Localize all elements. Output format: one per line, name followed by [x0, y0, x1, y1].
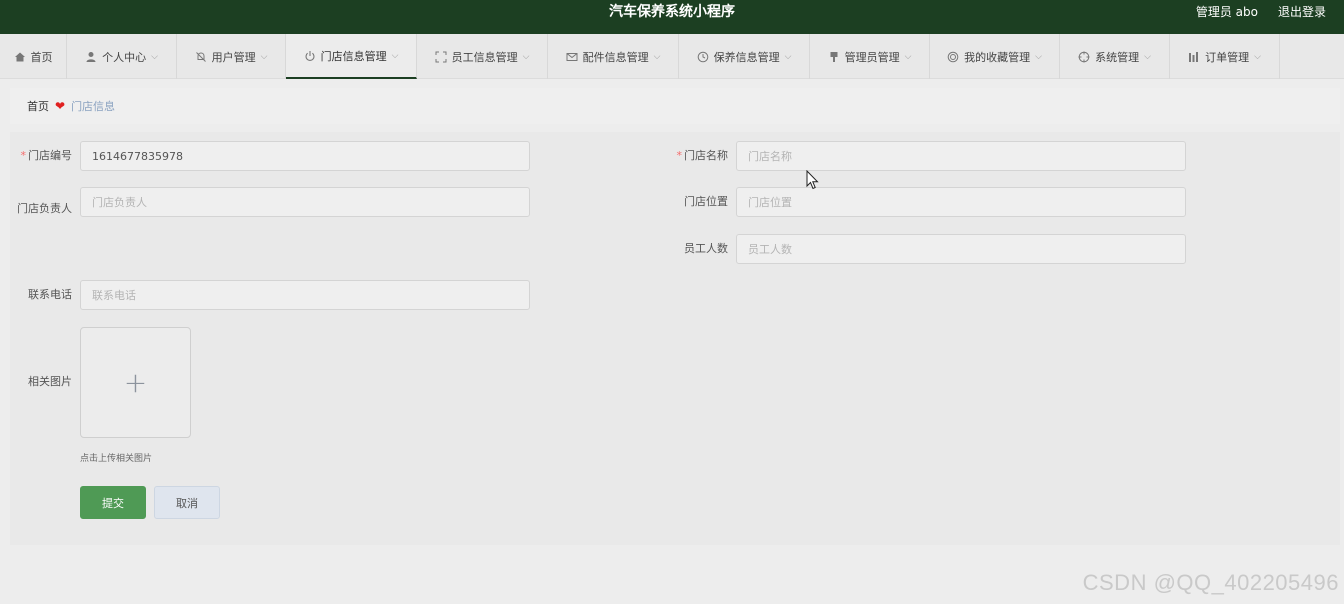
nav-item-label: 首页: [30, 50, 53, 64]
fullscreen-icon: [435, 51, 447, 63]
chevron-down-icon: ⌵: [391, 50, 399, 61]
mouse-cursor-icon: [806, 170, 819, 190]
nav-item-favorites-management[interactable]: 我的收藏管理 ⌵: [930, 34, 1060, 79]
power-icon: [304, 50, 316, 62]
chevron-down-icon: ⌵: [1144, 51, 1151, 62]
nav-item-label: 员工信息管理: [451, 50, 518, 64]
chevron-down-icon: ⌵: [904, 51, 912, 62]
current-user-label: 管理员 abo: [1195, 5, 1258, 19]
watermark: CSDN @QQ_402205496: [1082, 570, 1339, 595]
bell-off-icon: [195, 51, 207, 63]
nav-item-label: 个人中心: [102, 50, 147, 64]
chevron-down-icon: ⌵: [653, 51, 661, 62]
phone-input[interactable]: [80, 280, 530, 310]
nav-item-label: 我的收藏管理: [964, 50, 1031, 64]
manager-label: 门店负责人: [17, 202, 72, 215]
heart-icon: ❤: [55, 99, 66, 113]
chevron-down-icon: ⌵: [1035, 51, 1042, 62]
nav-item-label: 系统管理: [1095, 50, 1140, 64]
user-icon: [85, 51, 97, 63]
image-label: 相关图片: [28, 375, 72, 388]
brush-icon: [828, 51, 840, 63]
store-no-input[interactable]: [80, 141, 530, 171]
nav-item-store-management[interactable]: 门店信息管理 ⌵: [286, 34, 417, 79]
nav-item-personal-center[interactable]: 个人中心 ⌵: [67, 34, 177, 79]
cancel-button[interactable]: 取消: [154, 486, 220, 519]
location-label: 门店位置: [684, 195, 728, 208]
chevron-down-icon: ⌵: [260, 51, 268, 62]
chevron-down-icon: ⌵: [151, 51, 158, 62]
breadcrumb-home[interactable]: 首页: [27, 98, 49, 114]
home-icon: [14, 51, 26, 63]
phone-label: 联系电话: [28, 288, 72, 301]
breadcrumb: 首页 ❤ 门店信息: [10, 88, 1340, 124]
staff-count-label: 员工人数: [684, 242, 728, 255]
breadcrumb-current: 门店信息: [71, 100, 116, 113]
nav-item-user-management[interactable]: 用户管理 ⌵: [177, 34, 286, 79]
logout-link[interactable]: 退出登录: [1278, 0, 1326, 24]
nav-item-system-management[interactable]: 系统管理 ⌵: [1060, 34, 1170, 79]
nav-item-maintenance-management[interactable]: 保养信息管理 ⌵: [679, 34, 810, 79]
nav-item-label: 门店信息管理: [320, 49, 387, 63]
chevron-down-icon: ⌵: [784, 51, 792, 62]
app-title: 汽车保养系统小程序: [609, 4, 735, 20]
chevron-down-icon: ⌵: [1254, 51, 1261, 62]
nav-item-home[interactable]: 首页: [0, 34, 67, 79]
nav-item-label: 配件信息管理: [582, 50, 649, 64]
nav-item-parts-management[interactable]: 配件信息管理 ⌵: [548, 34, 679, 79]
bar-chart-icon: [1188, 51, 1200, 63]
upload-tip: 点击上传相关图片: [80, 454, 153, 464]
mail-icon: [566, 51, 578, 63]
nav-item-label: 用户管理: [211, 50, 256, 64]
clock-icon: [697, 51, 709, 63]
staff-count-input[interactable]: [736, 234, 1186, 264]
nav-item-label: 管理员管理: [844, 50, 900, 64]
submit-button[interactable]: 提交: [80, 486, 146, 519]
coin-icon: [947, 51, 959, 63]
plus-icon: +: [123, 365, 148, 399]
nav-item-label: 保养信息管理: [713, 50, 780, 64]
store-name-label: * 门店名称: [676, 149, 729, 162]
chevron-down-icon: ⌵: [522, 51, 530, 62]
main-nav: 首页 个人中心 ⌵ 用户管理 ⌵ 门店信息管理 ⌵ 员工信息管理 ⌵ 配件信息管…: [0, 34, 1344, 79]
location-input[interactable]: [736, 187, 1186, 217]
nav-item-staff-management[interactable]: 员工信息管理 ⌵: [417, 34, 548, 79]
store-no-label: * 门店编号: [20, 149, 73, 162]
nav-item-label: 订单管理: [1205, 50, 1250, 64]
store-name-input[interactable]: [736, 141, 1186, 171]
aim-icon: [1078, 51, 1090, 63]
nav-item-admin-management[interactable]: 管理员管理 ⌵: [810, 34, 930, 79]
image-upload-button[interactable]: +: [80, 327, 191, 438]
nav-item-order-management[interactable]: 订单管理 ⌵: [1170, 34, 1280, 79]
top-header: 汽车保养系统小程序 管理员 abo 退出登录: [0, 0, 1344, 34]
manager-input[interactable]: [80, 187, 530, 217]
